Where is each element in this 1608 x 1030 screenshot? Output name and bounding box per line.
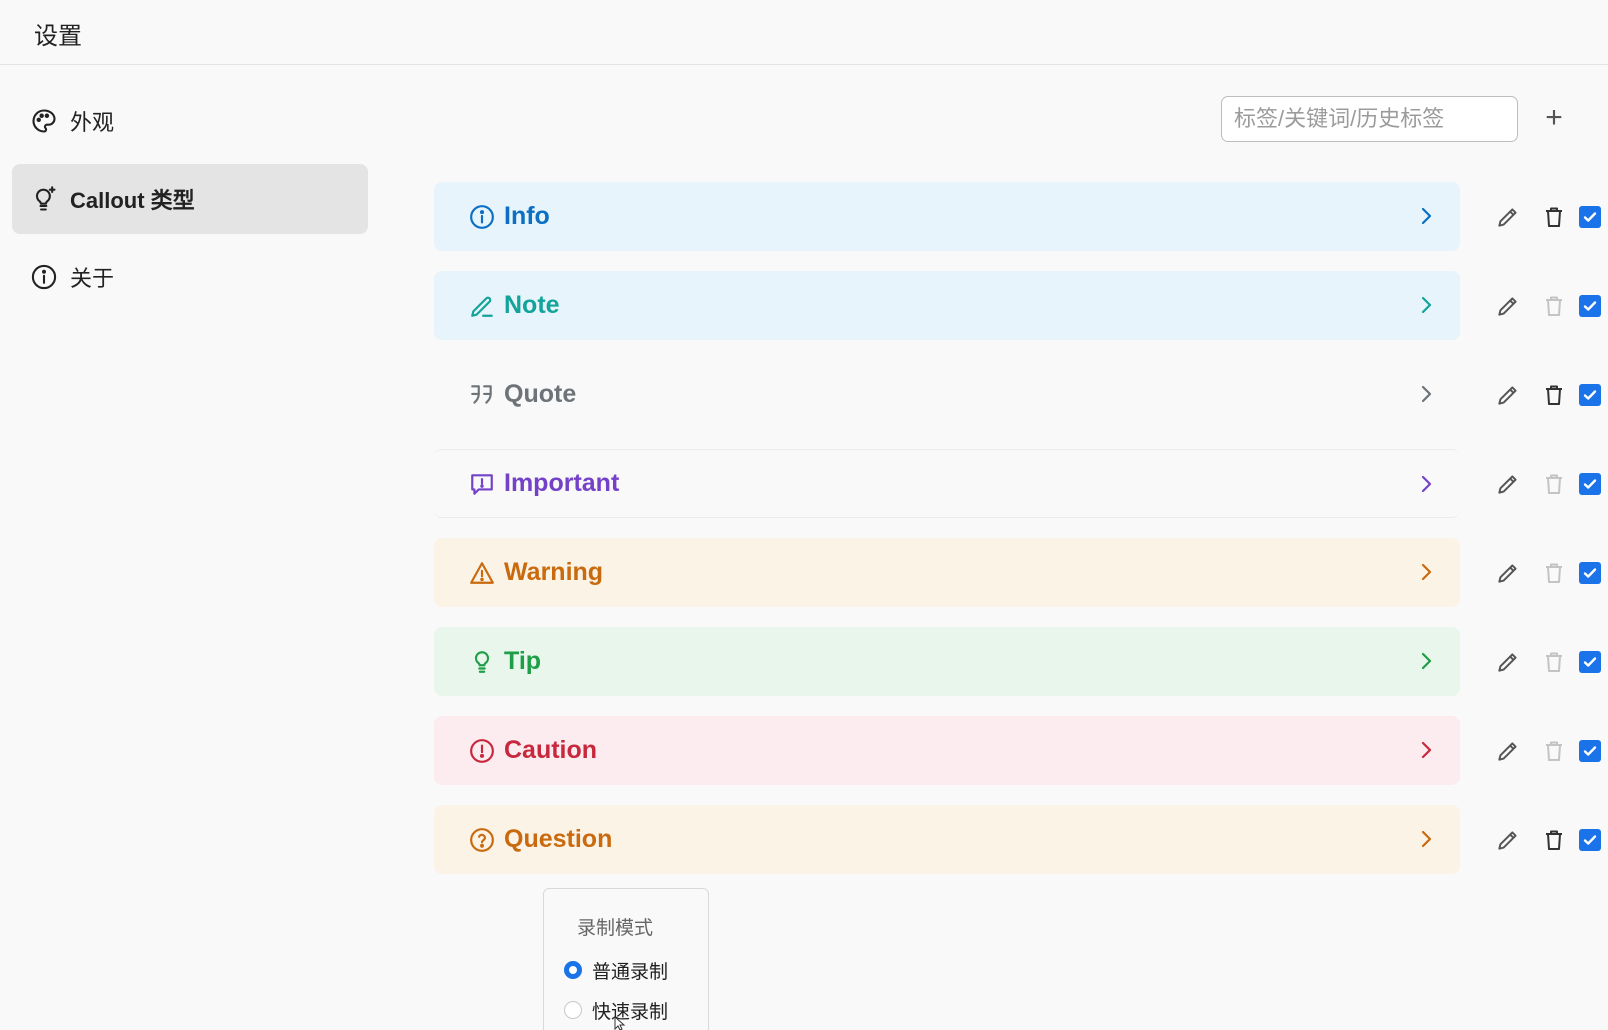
trash-icon[interactable] — [1540, 381, 1568, 409]
enable-checkbox[interactable] — [1578, 650, 1602, 674]
pencil-icon — [468, 292, 496, 320]
window-title: 设置 — [34, 23, 82, 50]
callout-actions — [1472, 716, 1602, 785]
callout-row: Quote — [434, 360, 1601, 449]
radio-button[interactable] — [564, 1001, 582, 1019]
enable-checkbox[interactable] — [1578, 205, 1602, 229]
enable-checkbox[interactable] — [1578, 561, 1602, 585]
search-input[interactable] — [1221, 96, 1518, 142]
edit-icon[interactable] — [1494, 648, 1522, 676]
callout-row: Warning — [434, 538, 1601, 627]
callout-item-question[interactable]: Question — [434, 805, 1460, 874]
question-circle-icon — [468, 826, 496, 854]
callout-item-caution[interactable]: Caution — [434, 716, 1460, 785]
callout-row: Note — [434, 271, 1601, 360]
callout-label: Info — [504, 202, 550, 230]
callout-actions — [1472, 805, 1602, 874]
message-alert-icon — [468, 470, 496, 498]
trash-icon — [1540, 648, 1568, 676]
callout-actions — [1472, 538, 1602, 607]
chevron-right-icon — [1414, 382, 1438, 406]
info-icon — [30, 263, 58, 291]
edit-icon[interactable] — [1494, 737, 1522, 765]
enable-checkbox[interactable] — [1578, 828, 1602, 852]
trash-icon[interactable] — [1540, 203, 1568, 231]
callout-label: Note — [504, 291, 560, 319]
sidebar-item-label: 关于 — [70, 266, 115, 291]
callout-actions — [1472, 360, 1602, 429]
callout-item-tip[interactable]: Tip — [434, 627, 1460, 696]
callout-item-warning[interactable]: Warning — [434, 538, 1460, 607]
callout-actions — [1472, 449, 1602, 518]
trash-icon — [1540, 470, 1568, 498]
info-circle-icon — [468, 203, 496, 231]
title-bar: 设置 — [0, 0, 1608, 65]
enable-checkbox[interactable] — [1578, 739, 1602, 763]
lightbulb-sparkle-icon — [30, 185, 58, 213]
enable-checkbox[interactable] — [1578, 383, 1602, 407]
alert-circle-icon — [468, 737, 496, 765]
chevron-right-icon — [1414, 738, 1438, 762]
record-mode-title: 录制模式 — [577, 918, 654, 939]
callout-actions — [1472, 627, 1602, 696]
chevron-right-icon — [1414, 293, 1438, 317]
callout-actions — [1472, 182, 1602, 251]
callout-item-important[interactable]: Important — [434, 449, 1460, 518]
edit-icon[interactable] — [1494, 826, 1522, 854]
chevron-right-icon — [1414, 560, 1438, 584]
radio-label: 快速录制 — [592, 1001, 669, 1023]
callout-label: Question — [504, 825, 613, 853]
callout-label: Quote — [504, 380, 577, 408]
callout-row: Important — [434, 449, 1601, 538]
warning-triangle-icon — [468, 559, 496, 587]
enable-checkbox[interactable] — [1578, 472, 1602, 496]
trash-icon — [1540, 559, 1568, 587]
callout-row: Info — [434, 182, 1601, 271]
trash-icon[interactable] — [1540, 826, 1568, 854]
callout-row: Caution — [434, 716, 1601, 805]
callout-label: Warning — [504, 558, 604, 586]
palette-icon — [30, 107, 58, 135]
enable-checkbox[interactable] — [1578, 294, 1602, 318]
radio-label: 普通录制 — [592, 961, 669, 983]
chevron-right-icon — [1414, 472, 1438, 496]
callout-label: Caution — [504, 736, 598, 764]
radio-button[interactable] — [564, 961, 582, 979]
sidebar-item-appearance[interactable]: 外观 — [12, 86, 368, 156]
chevron-right-icon — [1414, 649, 1438, 673]
record-option-normal[interactable]: 普通录制 — [564, 950, 708, 990]
edit-icon[interactable] — [1494, 203, 1522, 231]
trash-icon — [1540, 737, 1568, 765]
sidebar-item-label: 外观 — [70, 110, 115, 135]
callout-label: Important — [504, 469, 620, 497]
callout-row: Tip — [434, 627, 1601, 716]
record-option-fast[interactable]: 快速录制 — [564, 990, 708, 1030]
mouse-cursor-icon — [614, 1015, 628, 1030]
lightbulb-icon — [468, 648, 496, 676]
callout-actions — [1472, 271, 1602, 340]
sidebar-item-about[interactable]: 关于 — [12, 242, 368, 312]
callout-label: Tip — [504, 647, 542, 675]
record-mode-popup: 录制模式 普通录制 快速录制 — [543, 888, 709, 1030]
sidebar-item-label: Callout 类型 — [70, 188, 195, 213]
quote-icon — [468, 381, 496, 409]
sidebar-item-callout-types[interactable]: Callout 类型 — [12, 164, 368, 234]
add-callout-button[interactable]: + — [1536, 100, 1572, 136]
edit-icon[interactable] — [1494, 381, 1522, 409]
chevron-right-icon — [1414, 204, 1438, 228]
trash-icon — [1540, 292, 1568, 320]
callout-row: Question — [434, 805, 1601, 894]
callout-list: Info Note Quote Important Warning Tip Ca… — [434, 182, 1601, 894]
edit-icon[interactable] — [1494, 292, 1522, 320]
callout-item-info[interactable]: Info — [434, 182, 1460, 251]
callout-item-quote[interactable]: Quote — [434, 360, 1460, 429]
edit-icon[interactable] — [1494, 559, 1522, 587]
sidebar: 外观 Callout 类型 关于 — [12, 86, 368, 320]
chevron-right-icon — [1414, 827, 1438, 851]
callout-item-note[interactable]: Note — [434, 271, 1460, 340]
edit-icon[interactable] — [1494, 470, 1522, 498]
